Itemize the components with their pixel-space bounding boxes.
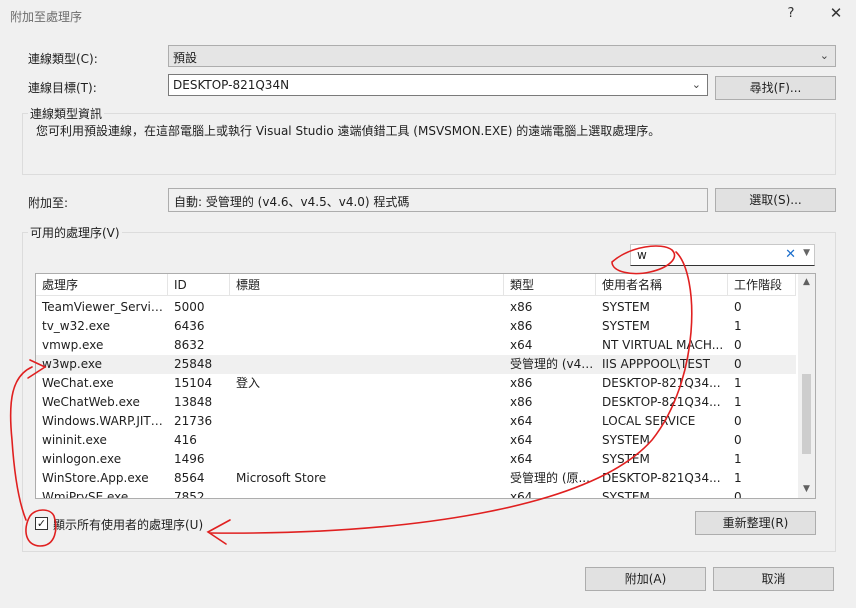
row-to-checkbox-line (9, 366, 33, 521)
checkbox-highlight-circle (25, 509, 57, 547)
search-to-checkbox-arrow (209, 251, 693, 534)
arrowhead-left (27, 359, 47, 379)
arrowhead-right (206, 519, 231, 545)
search-highlight-circle (611, 245, 676, 275)
annotation-overlay (9, 245, 693, 547)
